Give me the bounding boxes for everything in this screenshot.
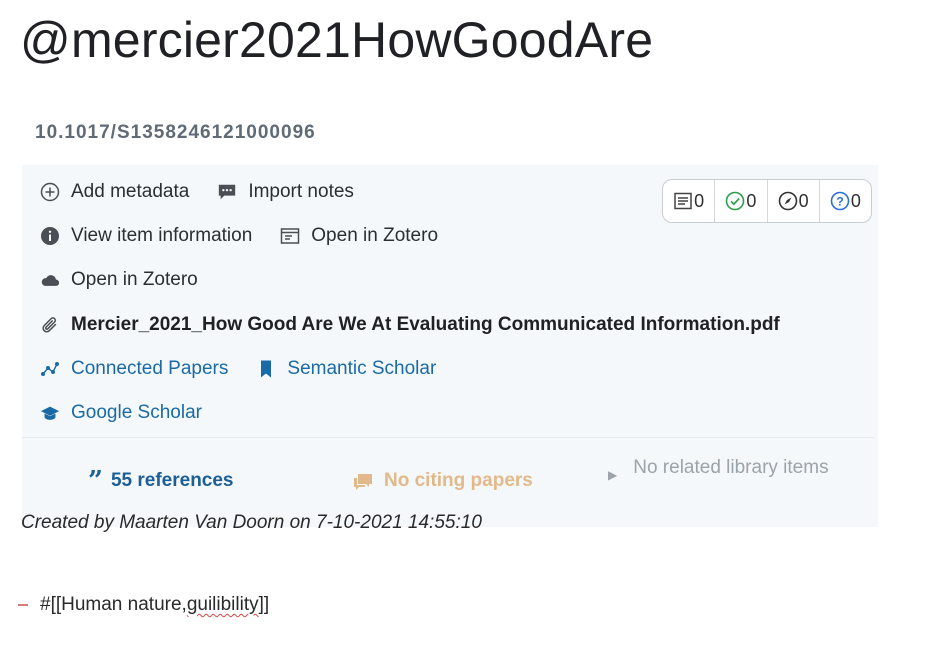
compass-icon [778, 191, 797, 211]
notes-counter[interactable]: 0 [663, 180, 716, 222]
bullet-dash [18, 604, 28, 606]
graduation-cap-icon [40, 403, 60, 423]
open-in-zotero-web-button[interactable]: Open in Zotero [40, 269, 198, 291]
check-circle-icon [726, 191, 745, 211]
caret-right-icon: ▶ [608, 468, 618, 482]
open-in-zotero-web-label: Open in Zotero [71, 269, 198, 290]
notes-icon [674, 192, 692, 210]
comments-icon [352, 471, 374, 491]
comment-icon [217, 182, 237, 202]
paperclip-icon [40, 315, 60, 335]
tag-prefix: #[[ [40, 594, 62, 615]
plus-circle-icon [40, 182, 60, 202]
graph-network-icon [40, 359, 60, 379]
semantic-scholar-label: Semantic Scholar [287, 358, 437, 379]
pdf-attachment-label: Mercier_2021_How Good Are We At Evaluati… [71, 314, 780, 335]
citing-papers-button[interactable]: No citing papers [352, 470, 533, 492]
doi-label[interactable]: 10.1017/S1358246121000096 [35, 122, 316, 144]
quote-icon: ” [88, 465, 103, 496]
tag-bullet[interactable]: #[[Human nature, guilibility]] [18, 594, 269, 616]
page-title: @mercier2021HowGoodAre [20, 12, 654, 68]
done-counter[interactable]: 0 [715, 180, 768, 222]
questions-count: 0 [850, 190, 861, 211]
svg-text:?: ? [836, 195, 843, 209]
explore-counter[interactable]: 0 [768, 180, 820, 222]
references-button[interactable]: ” 55 references [88, 465, 234, 496]
pdf-attachment-link[interactable]: Mercier_2021_How Good Are We At Evaluati… [40, 314, 780, 336]
question-circle-icon: ? [830, 191, 850, 211]
item-counters: 0 0 0 ? 0 [662, 179, 872, 223]
cloud-icon [40, 270, 60, 290]
related-items-label: No related library items [633, 457, 829, 478]
semantic-scholar-link[interactable]: Semantic Scholar [256, 358, 436, 380]
add-metadata-label: Add metadata [71, 181, 190, 202]
open-in-zotero-local-label: Open in Zotero [311, 225, 439, 246]
view-item-info-label: View item information [71, 225, 253, 246]
google-scholar-link[interactable]: Google Scholar [40, 402, 202, 424]
add-metadata-button[interactable]: Add metadata [40, 181, 189, 203]
view-item-info-button[interactable]: View item information [40, 225, 252, 247]
zotero-item-panel: Add metadata Import notes 0 0 0 ? 0 View… [22, 165, 878, 527]
references-label: 55 references [110, 470, 234, 491]
info-icon [40, 226, 60, 246]
related-items-toggle[interactable]: ▶ No related library items [608, 453, 833, 483]
notes-count: 0 [694, 190, 705, 211]
created-by-line: Created by Maarten Van Doorn on 7-10-202… [21, 512, 482, 533]
section-divider [22, 437, 874, 438]
google-scholar-label: Google Scholar [71, 402, 202, 423]
questions-counter[interactable]: ? 0 [820, 180, 871, 222]
connected-papers-label: Connected Papers [71, 358, 229, 379]
citing-papers-label: No citing papers [384, 470, 533, 491]
tag-suffix: ]] [258, 594, 270, 615]
done-count: 0 [746, 190, 757, 211]
import-notes-label: Import notes [248, 181, 354, 202]
explore-count: 0 [798, 190, 809, 211]
connected-papers-link[interactable]: Connected Papers [40, 358, 228, 380]
window-icon [280, 226, 300, 246]
open-in-zotero-local-button[interactable]: Open in Zotero [280, 225, 438, 247]
tag-text[interactable]: Human nature, [61, 594, 187, 616]
tag-misspelled-word[interactable]: guilibility [187, 594, 259, 616]
bookmark-icon [256, 359, 276, 379]
import-notes-button[interactable]: Import notes [217, 181, 354, 203]
